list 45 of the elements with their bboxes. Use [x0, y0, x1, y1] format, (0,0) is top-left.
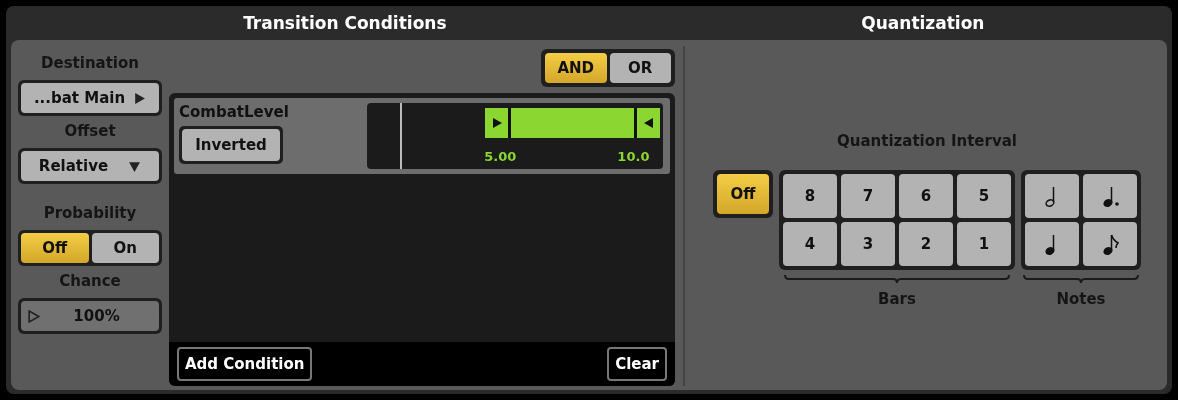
- note-button[interactable]: [1025, 222, 1079, 266]
- inverted-toggle[interactable]: Inverted: [182, 129, 280, 161]
- section-title: Quantization: [861, 13, 985, 33]
- condition-row[interactable]: CombatLevel Inverted 5.00 10.0: [174, 98, 670, 174]
- range-handle[interactable]: [634, 108, 661, 138]
- toggle-option[interactable]: Off: [21, 233, 89, 263]
- destination-button[interactable]: ...bat Main: [21, 83, 159, 113]
- action-button[interactable]: Add Condition: [177, 347, 313, 381]
- field-label: Chance: [59, 272, 121, 290]
- caret-icon: [128, 159, 142, 173]
- group-label: Bars: [878, 290, 916, 308]
- logic-option[interactable]: AND: [545, 53, 607, 83]
- action-button[interactable]: Clear: [607, 347, 667, 381]
- toggle-option[interactable]: On: [91, 233, 159, 263]
- offset-dropdown[interactable]: Relative: [21, 151, 159, 181]
- bar-button[interactable]: 4: [783, 222, 837, 266]
- bracket-icon: [1023, 274, 1139, 284]
- condition-name: CombatLevel: [179, 103, 290, 121]
- bar-button[interactable]: 8: [783, 174, 837, 218]
- note-button[interactable]: [1025, 174, 1079, 218]
- quantization-title: Quantization Interval: [837, 132, 1017, 150]
- logic-option[interactable]: OR: [609, 53, 671, 83]
- bar-button[interactable]: 5: [957, 174, 1011, 218]
- range-reading: 5.00: [484, 149, 517, 164]
- play-icon: [27, 309, 40, 323]
- bar-button[interactable]: 3: [841, 222, 895, 266]
- play-icon: [133, 91, 147, 105]
- off-button[interactable]: Off: [717, 174, 769, 214]
- field-label: Offset: [64, 122, 116, 140]
- note-button[interactable]: [1083, 222, 1137, 266]
- bar-button[interactable]: 1: [957, 222, 1011, 266]
- triangle-icon: [642, 117, 655, 129]
- field-label: Destination: [41, 54, 139, 72]
- range-reading: 10.0: [617, 149, 650, 164]
- range-handle[interactable]: [485, 108, 512, 138]
- field-label: Probability: [43, 204, 137, 222]
- bracket-icon: [784, 274, 1010, 284]
- bar-button[interactable]: 6: [899, 174, 953, 218]
- triangle-icon: [490, 117, 503, 129]
- bar-button[interactable]: 2: [899, 222, 953, 266]
- bar-button[interactable]: 7: [841, 174, 895, 218]
- group-label: Notes: [1056, 290, 1106, 308]
- chance-field[interactable]: 100%: [21, 301, 159, 331]
- note-button[interactable]: [1083, 174, 1137, 218]
- section-title: Transition Conditions: [243, 13, 447, 33]
